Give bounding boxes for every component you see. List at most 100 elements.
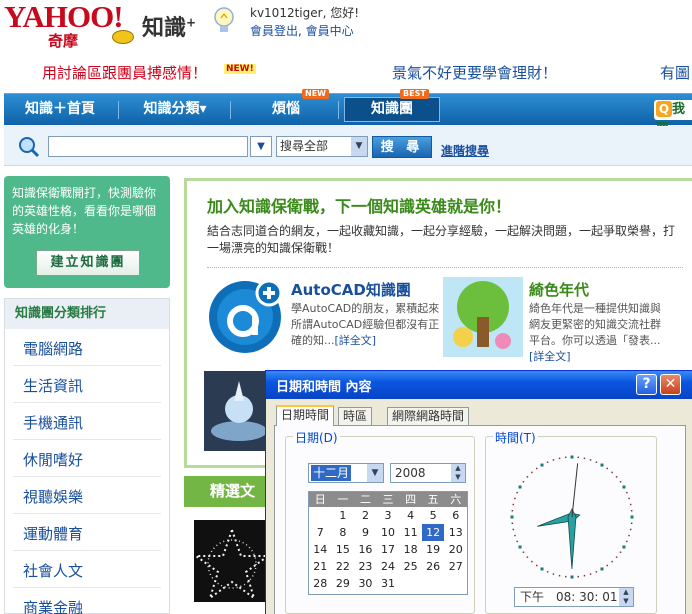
clock-minute-mark	[606, 564, 609, 567]
water-splash-image[interactable]	[204, 371, 274, 451]
fairy-group-title[interactable]: 綺色年代	[529, 279, 589, 300]
category-item[interactable]: 運動體育	[13, 514, 161, 551]
autocad-group-title[interactable]: AutoCAD知識團	[291, 279, 411, 300]
help-button[interactable]: ?	[636, 374, 657, 395]
new-badge: NEW!	[224, 64, 256, 74]
calendar-day[interactable]: 16	[354, 541, 377, 558]
yahoo-logo-text: YAHOO!	[4, 0, 124, 34]
dialog-titlebar[interactable]: 日期和時間 內容 ? ✕	[266, 371, 692, 399]
calendar-day[interactable]: 17	[377, 541, 400, 558]
time-stepper[interactable]: 下午 08: 30: 01 ▲ ▼	[514, 587, 634, 607]
category-item[interactable]: 休閒嗜好	[13, 440, 161, 477]
category-item[interactable]: 社會人文	[13, 551, 161, 588]
fairy-more-link[interactable]: [詳全文]	[529, 350, 571, 363]
product-name[interactable]: 知識+	[142, 10, 196, 42]
autocad-more-link[interactable]: [詳全文]	[335, 334, 377, 347]
year-stepper[interactable]: 2008 ▲ ▼	[390, 463, 466, 483]
category-item[interactable]: 電腦網路	[13, 329, 161, 366]
main-navbar: 知識＋首頁 知識分類▾ 煩惱 NEW 知識團 BEST Q我要	[4, 89, 692, 137]
clock-minute-mark	[522, 480, 525, 483]
month-select[interactable]: 十二月 ▼	[308, 463, 384, 483]
nav-groups[interactable]: 知識團	[344, 97, 440, 122]
calendar-day[interactable]: 4	[399, 507, 422, 524]
clock-minute-mark	[552, 573, 555, 575]
logout-link[interactable]: 會員登出	[250, 24, 298, 38]
calendar-day[interactable]: 1	[332, 507, 355, 524]
calendar-day[interactable]: 3	[377, 507, 400, 524]
calendar-day[interactable]: 19	[422, 541, 445, 558]
date-time-dialog: 日期和時間 內容 ? ✕ 日期時間 時區 網際網路時間 日期(D) 十二月 ▼ 2…	[265, 370, 692, 614]
create-group-button[interactable]: 建立知識團	[36, 250, 140, 276]
clock-minute-mark	[564, 575, 567, 578]
calendar-day[interactable]: 20	[444, 541, 467, 558]
calendar-day[interactable]: 22	[332, 558, 355, 575]
clock-minute-mark	[516, 491, 518, 494]
category-item[interactable]: 視聽娛樂	[13, 477, 161, 514]
clock-hour-mark	[510, 515, 514, 519]
nav-home[interactable]: 知識＋首頁	[4, 94, 116, 125]
close-button[interactable]: ✕	[660, 374, 681, 395]
clock-minute-mark	[615, 556, 618, 558]
tab-time-zone[interactable]: 時區	[338, 407, 373, 425]
nav-categories[interactable]: 知識分類▾	[122, 94, 228, 125]
calendar-day[interactable]: 7	[309, 524, 332, 541]
hero-quiz-promo[interactable]: 知識保衛戰開打，快測驗你的英雄性格，看看你是哪個英雄的化身！ 建立知識團	[4, 176, 170, 288]
calendar-day[interactable]: 28	[309, 575, 332, 592]
calendar-day[interactable]: 21	[309, 558, 332, 575]
calendar-day[interactable]: 15	[332, 541, 355, 558]
weekday-label: 日	[314, 493, 326, 506]
calendar-day[interactable]: 13	[444, 524, 467, 541]
calendar-day[interactable]: 8	[332, 524, 355, 541]
featured-section-tab[interactable]: 精選文	[184, 476, 274, 506]
calendar-day[interactable]: 14	[309, 541, 332, 558]
calendar-day[interactable]: 18	[399, 541, 422, 558]
calendar-day[interactable]: 12	[421, 524, 445, 541]
search-input[interactable]	[48, 136, 248, 157]
clock-minute-mark	[611, 471, 613, 474]
calendar-day[interactable]: 10	[377, 524, 400, 541]
promo-link-finance[interactable]: 景氣不好更要學會理財！	[392, 62, 557, 83]
tab-date-time[interactable]: 日期時間	[276, 405, 335, 426]
month-calendar[interactable]: 日一二三四五六 1 2 3 4 5 6 7 8 9 10 11 12 13 14 15 16 17 18 19 20 2…	[308, 491, 468, 595]
category-item[interactable]: 商業金融	[13, 588, 161, 614]
calendar-day[interactable]: 29	[332, 575, 355, 592]
calendar-week: 21 22 23 24 25 26 27	[309, 558, 467, 575]
calendar-day[interactable]: 6	[444, 507, 467, 524]
clock-second-hand	[571, 463, 579, 518]
search-button[interactable]: 搜 尋	[372, 136, 432, 158]
advanced-search-link[interactable]: 進階搜尋	[441, 142, 489, 159]
autocad-group-icon[interactable]	[207, 277, 285, 355]
clock-minute-mark	[626, 491, 628, 494]
calendar-day[interactable]: 25	[399, 558, 422, 575]
calendar-day[interactable]: 31	[377, 575, 400, 592]
calendar-day[interactable]: 30	[354, 575, 377, 592]
calendar-day[interactable]: 9	[354, 524, 377, 541]
calendar-day[interactable]: 26	[422, 558, 445, 575]
clock-minute-mark	[629, 528, 632, 531]
spin-arrows-icon[interactable]: ▲ ▼	[619, 588, 633, 606]
ask-question-button[interactable]: Q我要	[654, 100, 692, 137]
promo-link-image[interactable]: 有圖	[660, 62, 690, 83]
spin-arrows-icon[interactable]: ▲ ▼	[451, 464, 465, 482]
clock-minute-mark	[526, 476, 529, 478]
tab-internet-time[interactable]: 網際網路時間	[387, 407, 470, 425]
calendar-day[interactable]: 2	[354, 507, 377, 524]
yahoo-logo[interactable]: YAHOO! 奇摩	[4, 0, 139, 50]
search-scope-select[interactable]: 搜尋全部 ▼	[276, 136, 368, 157]
calendar-day[interactable]: 23	[354, 558, 377, 575]
star-lights-image[interactable]	[194, 520, 270, 602]
clock-minute-mark	[583, 457, 586, 460]
panel-title[interactable]: 加入知識保衛戰，下一個知識英雄就是你！	[207, 193, 511, 217]
promo-link-discussion[interactable]: 用討論區跟團員搏感情！	[42, 62, 207, 83]
calendar-day[interactable]: 5	[422, 507, 445, 524]
calendar-day[interactable]: 27	[444, 558, 467, 575]
search-history-dropdown[interactable]: ▼	[250, 136, 272, 157]
nav-groups-badge: BEST	[400, 89, 429, 99]
member-center-link[interactable]: 會員中心	[306, 24, 354, 38]
calendar-day[interactable]: 24	[377, 558, 400, 575]
calendar-day[interactable]: 11	[399, 524, 422, 541]
fairy-group-image[interactable]	[443, 277, 523, 357]
category-item[interactable]: 手機通訊	[13, 403, 161, 440]
category-item[interactable]: 生活資訊	[13, 366, 161, 403]
clock-hour-mark	[570, 575, 574, 579]
